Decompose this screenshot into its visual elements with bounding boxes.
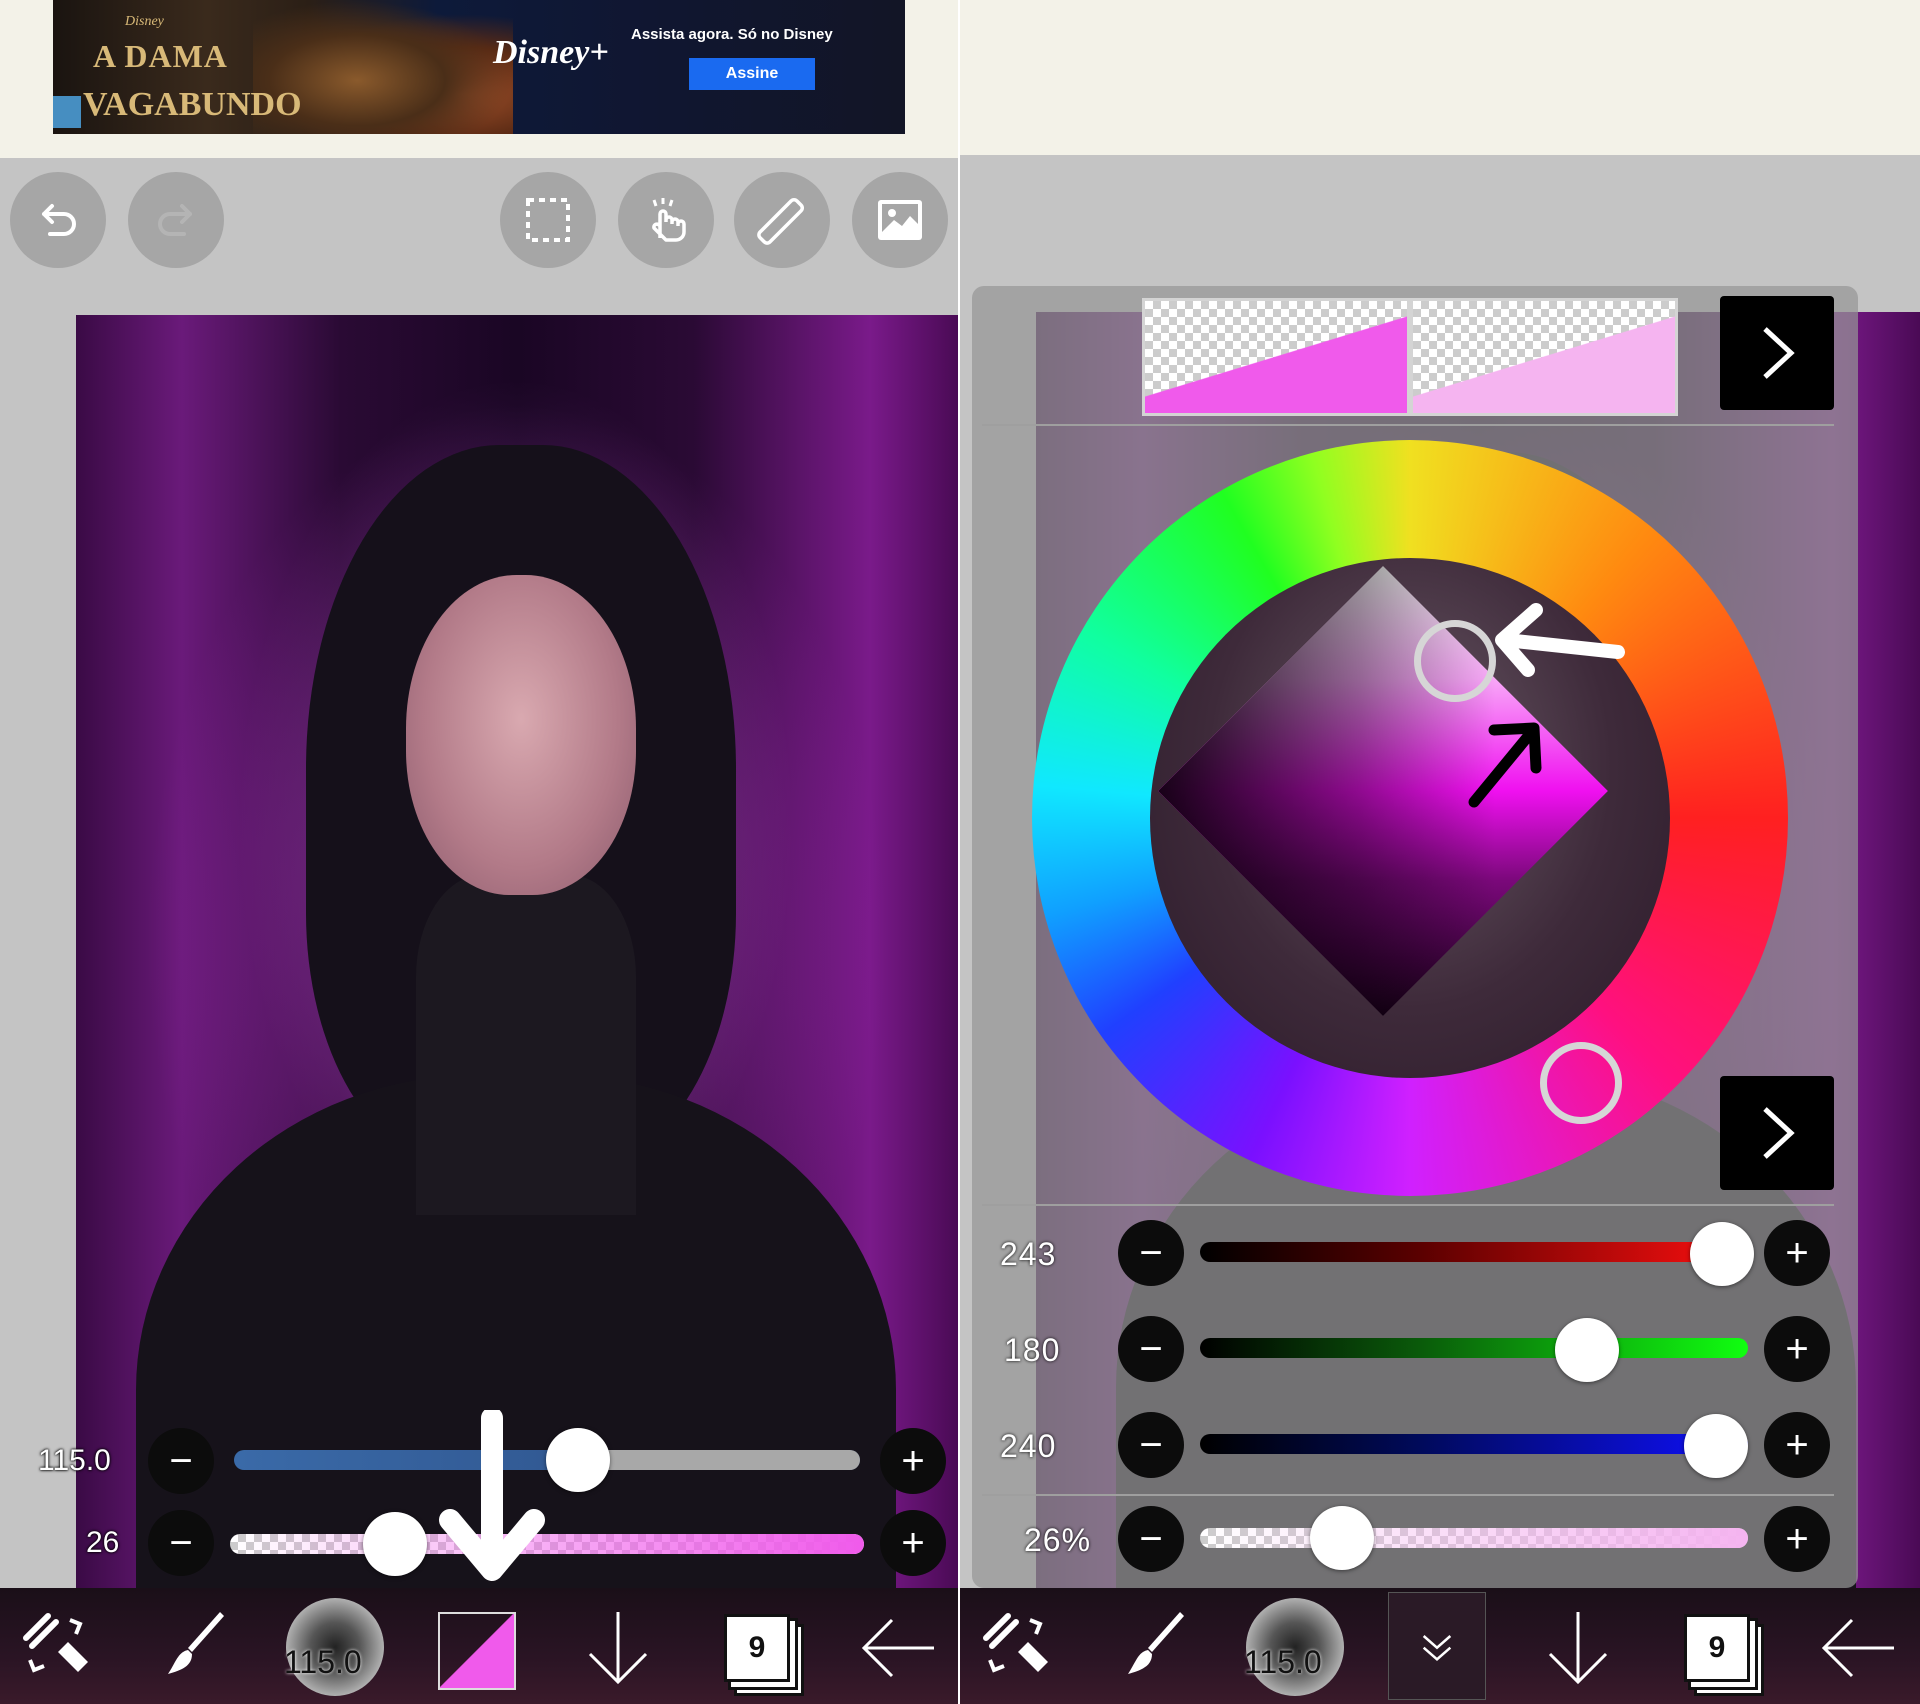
selection-button[interactable] bbox=[500, 172, 596, 268]
red-decrease-button[interactable]: − bbox=[1118, 1220, 1184, 1286]
ad-title-line1: A DAMA bbox=[93, 38, 228, 74]
image-icon bbox=[878, 200, 922, 240]
foreground-swatch-fill bbox=[1145, 301, 1407, 413]
brush-size-preview-label: 115.0 bbox=[1244, 1644, 1322, 1680]
blue-track[interactable] bbox=[1200, 1434, 1748, 1454]
ad-small-brand: Disney bbox=[125, 14, 164, 29]
foreground-color-swatch[interactable] bbox=[1142, 298, 1410, 416]
picker-mode-next-button[interactable] bbox=[1720, 1076, 1834, 1190]
left-screen: Disney A DAMA VAGABUNDO Disney+ Assista … bbox=[0, 0, 958, 1704]
chevron-right-icon bbox=[1763, 327, 1795, 379]
palette-next-button[interactable] bbox=[1720, 296, 1834, 410]
double-chevron-down-icon bbox=[1422, 1635, 1452, 1661]
transform-icon bbox=[983, 1613, 1048, 1673]
hand-icon bbox=[652, 198, 686, 242]
redo-button[interactable] bbox=[128, 172, 224, 268]
ad-info-icon[interactable] bbox=[53, 96, 81, 128]
brush-size-preview-label: 115.0 bbox=[284, 1644, 362, 1680]
green-increase-button[interactable]: + bbox=[1764, 1316, 1830, 1382]
layers-button[interactable]: 9 bbox=[724, 1614, 790, 1682]
redo-icon bbox=[158, 204, 192, 236]
alpha-knob[interactable] bbox=[1310, 1506, 1375, 1570]
bottom-toolbar: 115.0 9 bbox=[0, 1588, 958, 1704]
ad-area: Disney A DAMA VAGABUNDO Disney+ Assista … bbox=[0, 0, 958, 158]
brush-size-decrease-button[interactable]: − bbox=[148, 1428, 214, 1494]
red-knob[interactable] bbox=[1690, 1222, 1755, 1286]
reference-image-button[interactable] bbox=[852, 172, 948, 268]
background-swatch-fill bbox=[1413, 301, 1675, 413]
alpha-increase-button[interactable]: + bbox=[1764, 1506, 1830, 1572]
green-decrease-button[interactable]: − bbox=[1118, 1316, 1184, 1382]
back-button[interactable] bbox=[1818, 1616, 1898, 1680]
red-value: 243 bbox=[1000, 1236, 1057, 1272]
opacity-decrease-button[interactable]: − bbox=[148, 1510, 214, 1576]
person-neck bbox=[416, 875, 636, 1215]
blue-value: 240 bbox=[1000, 1428, 1057, 1464]
current-color-fill bbox=[440, 1614, 514, 1688]
transform-button[interactable] bbox=[978, 1608, 1054, 1684]
background-color-swatch[interactable] bbox=[1410, 298, 1678, 416]
annotation-arrow-down-icon bbox=[439, 1410, 545, 1581]
opacity-value: 26 bbox=[86, 1526, 120, 1559]
brush-tool-button[interactable] bbox=[1118, 1608, 1194, 1684]
annotation-arrow-left-icon bbox=[1495, 603, 1625, 677]
bottom-toolbar-right: 115.0 9 bbox=[960, 1588, 1920, 1704]
close-color-picker-button[interactable] bbox=[1388, 1592, 1486, 1700]
brush-tool-button[interactable] bbox=[158, 1608, 234, 1684]
alpha-track-color bbox=[1200, 1528, 1748, 1548]
red-track[interactable] bbox=[1200, 1242, 1748, 1262]
brush-size-track-rest bbox=[578, 1450, 860, 1470]
transform-button[interactable] bbox=[18, 1608, 94, 1684]
opacity-knob[interactable] bbox=[362, 1512, 427, 1576]
right-screen: 243 − + 180 − + 240 − + 26% − + 115.0 9 bbox=[960, 0, 1920, 1704]
arrow-left-icon bbox=[1821, 1618, 1894, 1678]
brush-icon bbox=[168, 1612, 224, 1674]
ad-banner[interactable]: Disney A DAMA VAGABUNDO Disney+ Assista … bbox=[53, 0, 905, 134]
arrow-down-icon bbox=[1548, 1612, 1608, 1685]
green-knob[interactable] bbox=[1554, 1318, 1619, 1382]
chevron-right-icon bbox=[1763, 1107, 1795, 1159]
ad-headline: Assista agora. Só no Disney bbox=[631, 26, 833, 43]
ad-brand: Disney+ bbox=[493, 34, 609, 71]
picker-separator-bottom bbox=[982, 1494, 1834, 1496]
ad-cta-button[interactable]: Assine bbox=[689, 58, 815, 90]
brush-size-increase-button[interactable]: + bbox=[880, 1428, 946, 1494]
undo-icon bbox=[42, 204, 76, 236]
selection-icon bbox=[526, 198, 570, 242]
annotation-arrow-up-right-icon bbox=[1468, 722, 1542, 808]
green-value: 180 bbox=[1004, 1332, 1061, 1368]
current-color-button[interactable] bbox=[438, 1612, 516, 1690]
ruler-icon bbox=[757, 197, 805, 245]
arrow-down-icon bbox=[588, 1612, 648, 1685]
picker-separator-top bbox=[982, 424, 1834, 426]
hand-tool-button[interactable] bbox=[618, 172, 714, 268]
alpha-value: 26% bbox=[1024, 1522, 1092, 1558]
sv-selector-ring[interactable] bbox=[1414, 620, 1496, 702]
layers-button[interactable]: 9 bbox=[1684, 1614, 1750, 1682]
alpha-track[interactable] bbox=[1200, 1528, 1748, 1548]
undo-button[interactable] bbox=[10, 172, 106, 268]
hue-selector-ring[interactable] bbox=[1540, 1042, 1622, 1124]
picker-separator-mid bbox=[982, 1204, 1834, 1206]
alpha-decrease-button[interactable]: − bbox=[1118, 1506, 1184, 1572]
green-track[interactable] bbox=[1200, 1338, 1748, 1358]
blue-decrease-button[interactable]: − bbox=[1118, 1412, 1184, 1478]
blue-knob[interactable] bbox=[1683, 1414, 1748, 1478]
opacity-increase-button[interactable]: + bbox=[880, 1510, 946, 1576]
transform-icon bbox=[23, 1613, 88, 1673]
brush-icon bbox=[1128, 1612, 1184, 1674]
red-increase-button[interactable]: + bbox=[1764, 1220, 1830, 1286]
layer-down-button[interactable] bbox=[1540, 1608, 1616, 1688]
person-face bbox=[406, 575, 636, 895]
brush-size-value: 115.0 bbox=[38, 1444, 111, 1477]
blue-increase-button[interactable]: + bbox=[1764, 1412, 1830, 1478]
ad-area-empty bbox=[960, 0, 1920, 155]
back-button[interactable] bbox=[858, 1616, 938, 1680]
arrow-left-icon bbox=[861, 1618, 934, 1678]
ad-title-line2: VAGABUNDO bbox=[83, 86, 302, 123]
ruler-button[interactable] bbox=[734, 172, 830, 268]
layer-down-button[interactable] bbox=[580, 1608, 656, 1688]
